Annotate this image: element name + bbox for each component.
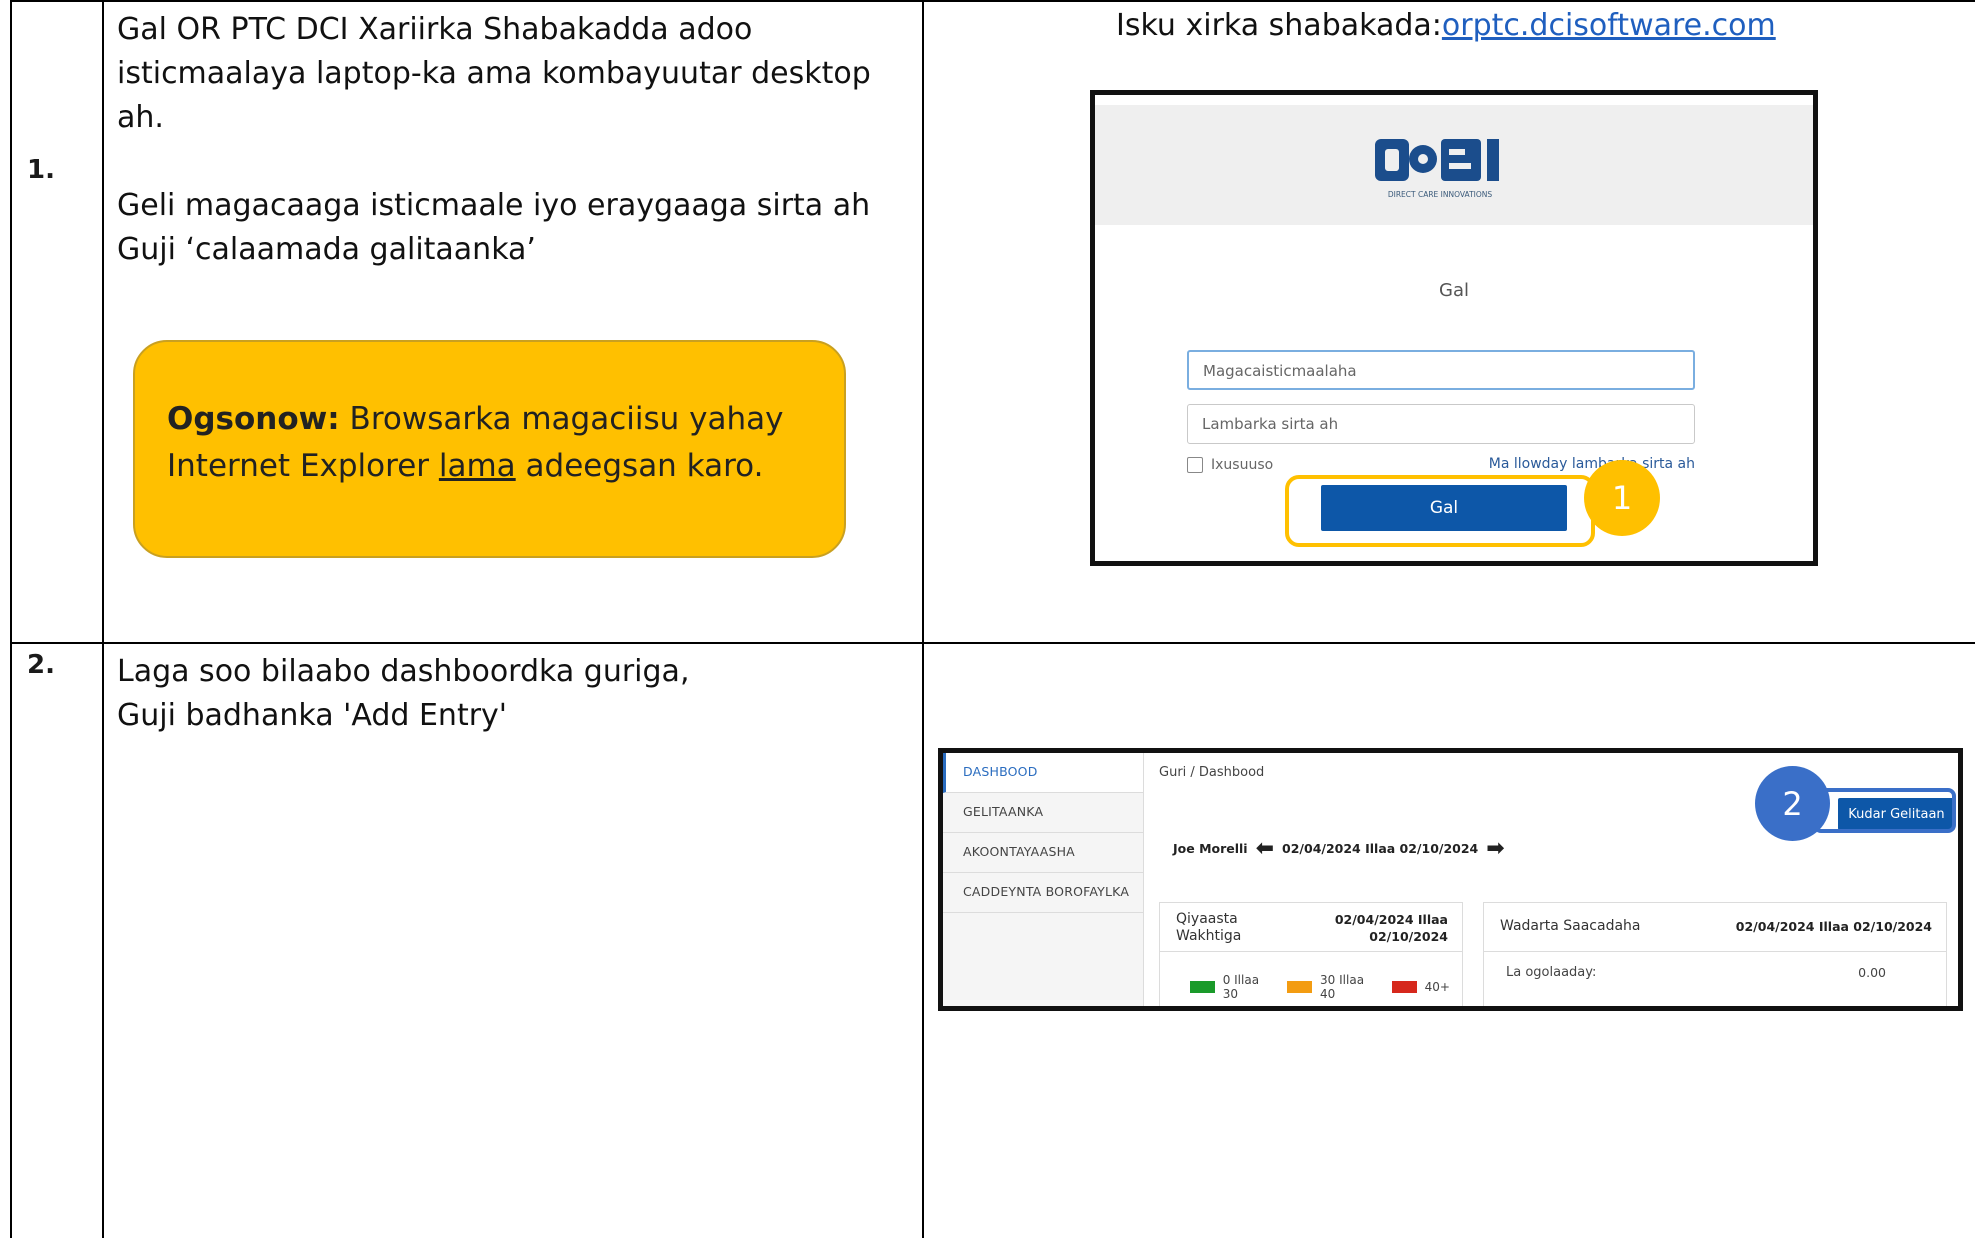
sidebar: DASHBOOD GELITAANKA AKOONTAYAASHA CADDEY… [943,753,1144,1006]
login-header: DIRECT CARE INNOVATIONS [1095,105,1813,225]
remember-me[interactable]: Ixusuuso [1187,457,1273,473]
note-text-end: adeegsan karo. [515,448,764,484]
sidebar-item-dashboard[interactable]: DASHBOOD [943,753,1143,793]
dci-logo-icon: DIRECT CARE INNOVATIONS [1375,139,1499,199]
instruction-line: isticmaalaya laptop-ka ama kombayuutar d… [117,56,871,91]
card-header: Wadarta Saacadaha 02/04/2024 Illaa 02/10… [1484,903,1946,952]
instruction-line: Guji badhanka 'Add Entry' [117,698,508,733]
link-prefix: Isku xirka shabakada: [1116,8,1442,43]
total-hours-card: Wadarta Saacadaha 02/04/2024 Illaa 02/10… [1483,902,1947,1006]
legend-orange-swatch [1287,981,1313,993]
table-border-top [10,0,1975,2]
instruction-line: Gal OR PTC DCI Xariirka Shabakadda adoo [117,12,753,47]
table-border-left [10,0,12,1238]
callout-badge-1: 1 [1584,460,1660,536]
sidebar-item-profile[interactable]: CADDEYNTA BOROFAYLKA [943,873,1143,913]
sidebar-item-accounts[interactable]: AKOONTAYAASHA [943,833,1143,873]
legend-label: 0 Illaa 30 [1222,973,1260,1001]
forgot-password-link[interactable]: Ma llowday lambarka sirta ah [1489,456,1695,472]
step-number: 1. [27,155,55,185]
instruction-line: ah. [117,100,164,135]
hours-legend: 0 Illaa 30 30 Illaa 40 40+ [1190,973,1462,1001]
legend-red-swatch [1391,981,1417,993]
table-border-col1 [102,0,104,1238]
user-name: Joe Morelli [1173,841,1248,856]
callout-badge-2: 2 [1755,766,1830,841]
website-link-line: Isku xirka shabakada:orptc.dcisoftware.c… [1116,8,1776,43]
arrow-left-icon[interactable]: ⬅ [1256,837,1274,859]
time-estimate-card: Qiyaasta Wakhtiga 02/04/2024 Illaa 02/10… [1159,902,1463,1006]
table-border-col2 [922,0,924,1238]
approved-value: 0.00 [1858,965,1886,980]
legend-label: 30 Illaa 40 [1320,973,1365,1001]
card-title: Qiyaasta Wakhtiga [1176,911,1242,944]
table-border-row [10,642,1975,644]
legend-green-swatch [1190,981,1215,993]
date-range: 02/04/2024 Illaa 02/10/2024 [1282,841,1479,856]
date-navigation: Joe Morelli ⬅ 02/04/2024 Illaa 02/10/202… [1173,837,1513,859]
remember-checkbox[interactable] [1187,457,1203,473]
step-instructions: Laga soo bilaabo dashboordka guriga, Guj… [117,650,907,738]
username-field[interactable]: Magacaisticmaalaha [1187,350,1695,390]
step-number: 2. [27,650,55,680]
legend-label: 40+ [1424,980,1450,994]
login-title: Gal [1439,280,1469,301]
instruction-line: Geli magacaaga isticmaale iyo eraygaaga … [117,188,871,223]
card-date: 02/04/2024 Illaa 02/10/2024 [1735,919,1932,934]
login-button-highlight [1285,475,1595,547]
add-entry-highlight [1813,788,1956,833]
step-instructions: Gal OR PTC DCI Xariirka Shabakadda adoo … [117,8,907,272]
note-underlined: lama [438,448,516,484]
password-field[interactable]: Lambarka sirta ah [1187,404,1695,444]
arrow-right-icon[interactable]: ➡ [1486,837,1504,859]
card-date: 02/04/2024 Illaa 02/10/2024 [1334,912,1448,944]
approved-label: La ogolaaday: [1506,965,1597,980]
warning-note: Ogsonow: Browsarka magaciisu yahay Inter… [133,340,846,558]
card-title: Wadarta Saacadaha [1500,918,1641,934]
instruction-line: Guji ‘calaamada galitaanka’ [117,232,536,267]
breadcrumb: Guri / Dashbood [1159,765,1265,780]
instruction-line: Laga soo bilaabo dashboordka guriga, [117,654,690,689]
card-header: Qiyaasta Wakhtiga 02/04/2024 Illaa 02/10… [1160,903,1462,952]
note-label: Ogsonow: [167,401,340,437]
remember-label: Ixusuuso [1211,457,1274,473]
sidebar-item-entries[interactable]: GELITAANKA [943,793,1143,833]
website-link[interactable]: orptc.dcisoftware.com [1442,8,1776,43]
logo-caption: DIRECT CARE INNOVATIONS [1388,190,1493,199]
